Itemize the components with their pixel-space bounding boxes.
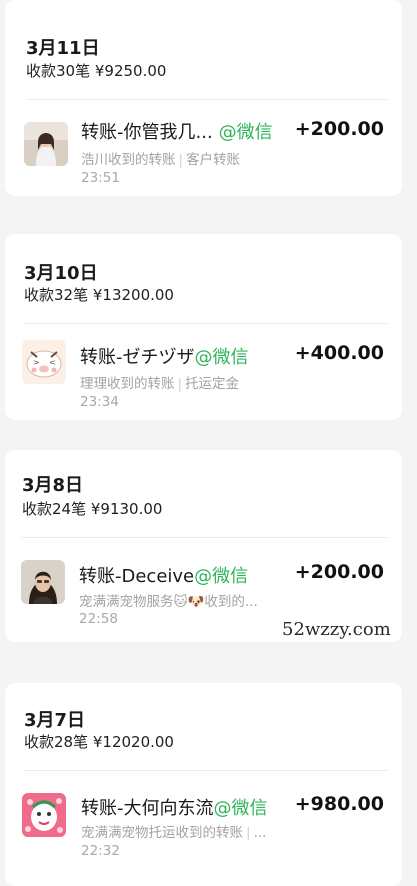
day-group-card: 3月7日 收款28笔 ¥12020.00 转账-大何向东流@微信 +980.00… — [5, 683, 402, 886]
group-summary: 收款24笔 ¥9130.00 — [22, 500, 163, 518]
receiver-text: 理理收到的转账 — [80, 376, 175, 392]
transaction-title-text: 转账-你管我几... — [81, 122, 213, 143]
divider — [24, 323, 388, 324]
group-summary: 收款32笔 ¥13200.00 — [24, 286, 174, 304]
transaction-amount: +200.00 — [294, 118, 384, 140]
divider — [22, 537, 388, 538]
divider — [26, 99, 388, 100]
pink-cartoon-avatar — [22, 793, 66, 837]
transaction-amount: +400.00 — [294, 342, 384, 364]
category-text: ... — [253, 825, 267, 841]
divider — [24, 770, 388, 771]
day-group-card: 3月8日 收款24笔 ¥9130.00 转账-Deceive@微信 +200.0… — [5, 450, 402, 642]
transaction-time: 23:34 — [80, 394, 119, 410]
transaction-title-text: 转账-Deceive — [79, 566, 195, 587]
group-summary: 收款28笔 ¥12020.00 — [24, 733, 174, 751]
dark-hair-portrait-avatar — [21, 560, 65, 604]
cartoon-pig-avatar: > < — [22, 340, 66, 384]
transaction-time: 23:51 — [81, 170, 120, 186]
transaction-title: 转账-大何向东流@微信 — [81, 794, 268, 820]
category-text: 托运定金 — [185, 376, 240, 392]
transaction-title-text: 转账-ゼチヅザ — [80, 347, 195, 368]
svg-text:<: < — [49, 358, 56, 367]
separator: | — [177, 376, 183, 392]
transaction-title-text: 转账-大何向东流 — [81, 798, 214, 819]
transaction-amount: +200.00 — [294, 561, 384, 583]
transaction-detail: 宠满满宠物托运收到的转账 |... — [81, 821, 266, 841]
group-date: 3月7日 — [24, 710, 86, 731]
receiver-text: 宠满满宠物托运收到的转账 — [81, 825, 243, 841]
transaction-time: 22:32 — [81, 843, 120, 859]
photo-girl-avatar — [24, 122, 68, 166]
group-date: 3月8日 — [22, 475, 84, 496]
wechat-source-tag: @微信 — [194, 566, 249, 587]
svg-text:>: > — [33, 358, 40, 367]
wechat-source-tag: @微信 — [218, 122, 273, 143]
transaction-title: 转账-你管我几... @微信 — [81, 118, 273, 144]
day-group-card: 3月10日 收款32笔 ¥13200.00 > < 转账-ゼチヅザ@微信 +40… — [5, 234, 402, 420]
category-text: 客户转账 — [186, 152, 241, 168]
transaction-detail: 理理收到的转账 | 托运定金 — [80, 372, 239, 392]
group-summary: 收款30笔 ¥9250.00 — [26, 62, 167, 80]
group-date: 3月10日 — [24, 263, 98, 284]
receiver-text: 浩川收到的转账 — [81, 152, 176, 168]
receiver-text: 宠满满宠物服务🐱🐶收到的... — [79, 594, 258, 610]
wechat-source-tag: @微信 — [194, 347, 249, 368]
transaction-title: 转账-ゼチヅザ@微信 — [80, 343, 249, 369]
transaction-detail: 宠满满宠物服务🐱🐶收到的... — [79, 590, 258, 610]
transaction-time: 22:58 — [79, 611, 118, 627]
separator: | — [178, 152, 184, 168]
transaction-detail: 浩川收到的转账 | 客户转账 — [81, 148, 240, 168]
transaction-title: 转账-Deceive@微信 — [79, 562, 248, 588]
day-group-card: 3月11日 收款30笔 ¥9250.00 转账-你管我几... @微信 +200.… — [5, 0, 402, 196]
transaction-history-page: 3月11日 收款30笔 ¥9250.00 转账-你管我几... @微信 +200.… — [0, 0, 417, 886]
watermark-text: 52wzzy.com — [282, 619, 391, 640]
transaction-amount: +980.00 — [294, 793, 384, 815]
separator: | — [246, 825, 251, 841]
group-date: 3月11日 — [26, 38, 100, 59]
wechat-source-tag: @微信 — [213, 798, 268, 819]
